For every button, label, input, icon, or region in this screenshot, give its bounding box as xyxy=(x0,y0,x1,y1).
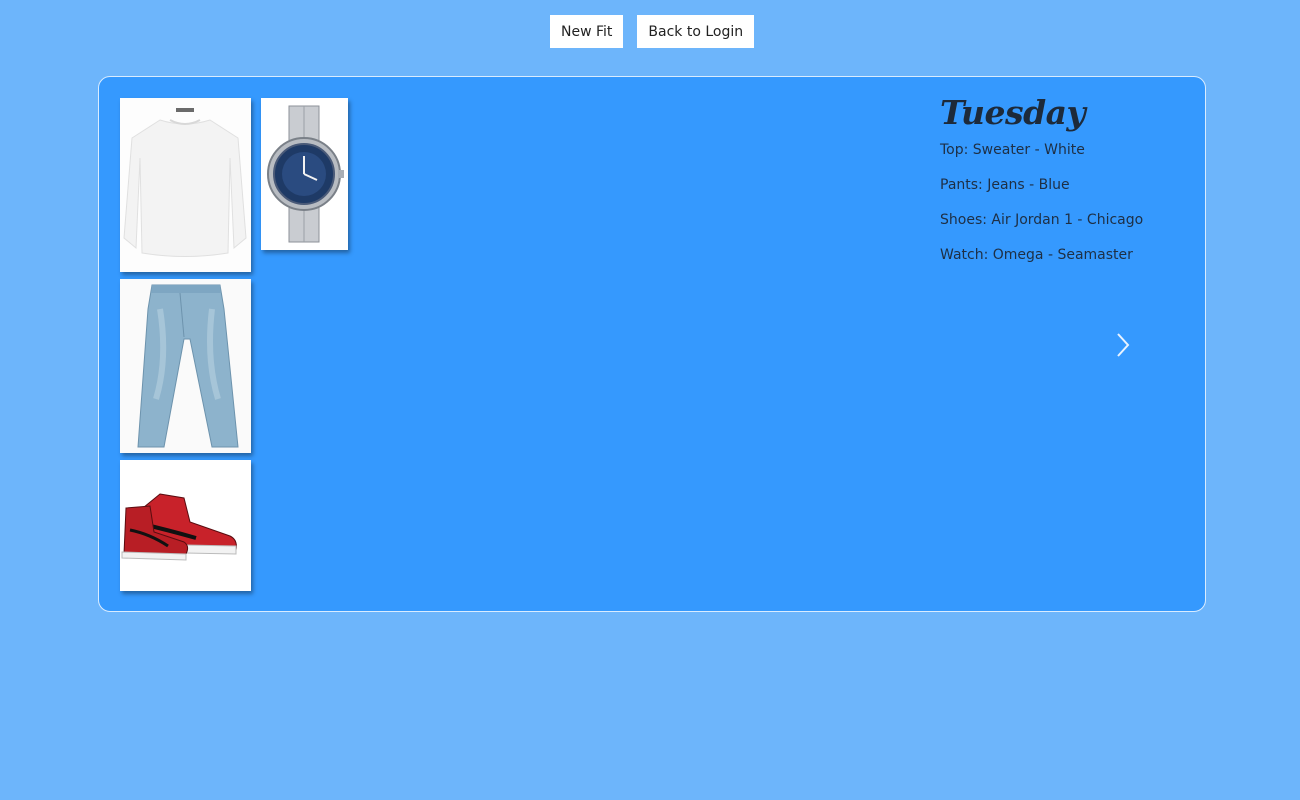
watch-detail: Watch: Omega - Seamaster xyxy=(940,247,1133,263)
watch-image xyxy=(261,98,348,250)
jeans-image xyxy=(120,279,251,453)
top-toolbar: New Fit Back to Login xyxy=(550,15,755,48)
chevron-right-icon[interactable] xyxy=(1113,330,1133,360)
pants-detail: Pants: Jeans - Blue xyxy=(940,177,1070,193)
outfit-card: Tuesday Top: Sweater - White Pants: Jean… xyxy=(98,76,1206,612)
shoes-detail: Shoes: Air Jordan 1 - Chicago xyxy=(940,212,1144,228)
outfit-info: Tuesday Top: Sweater - White Pants: Jean… xyxy=(940,93,1180,282)
sneakers-image xyxy=(120,460,251,591)
new-fit-button[interactable]: New Fit xyxy=(550,15,624,48)
day-title: Tuesday xyxy=(940,93,1086,132)
sweater-image xyxy=(120,98,251,272)
back-to-login-button[interactable]: Back to Login xyxy=(637,15,755,48)
top-detail: Top: Sweater - White xyxy=(940,142,1085,158)
